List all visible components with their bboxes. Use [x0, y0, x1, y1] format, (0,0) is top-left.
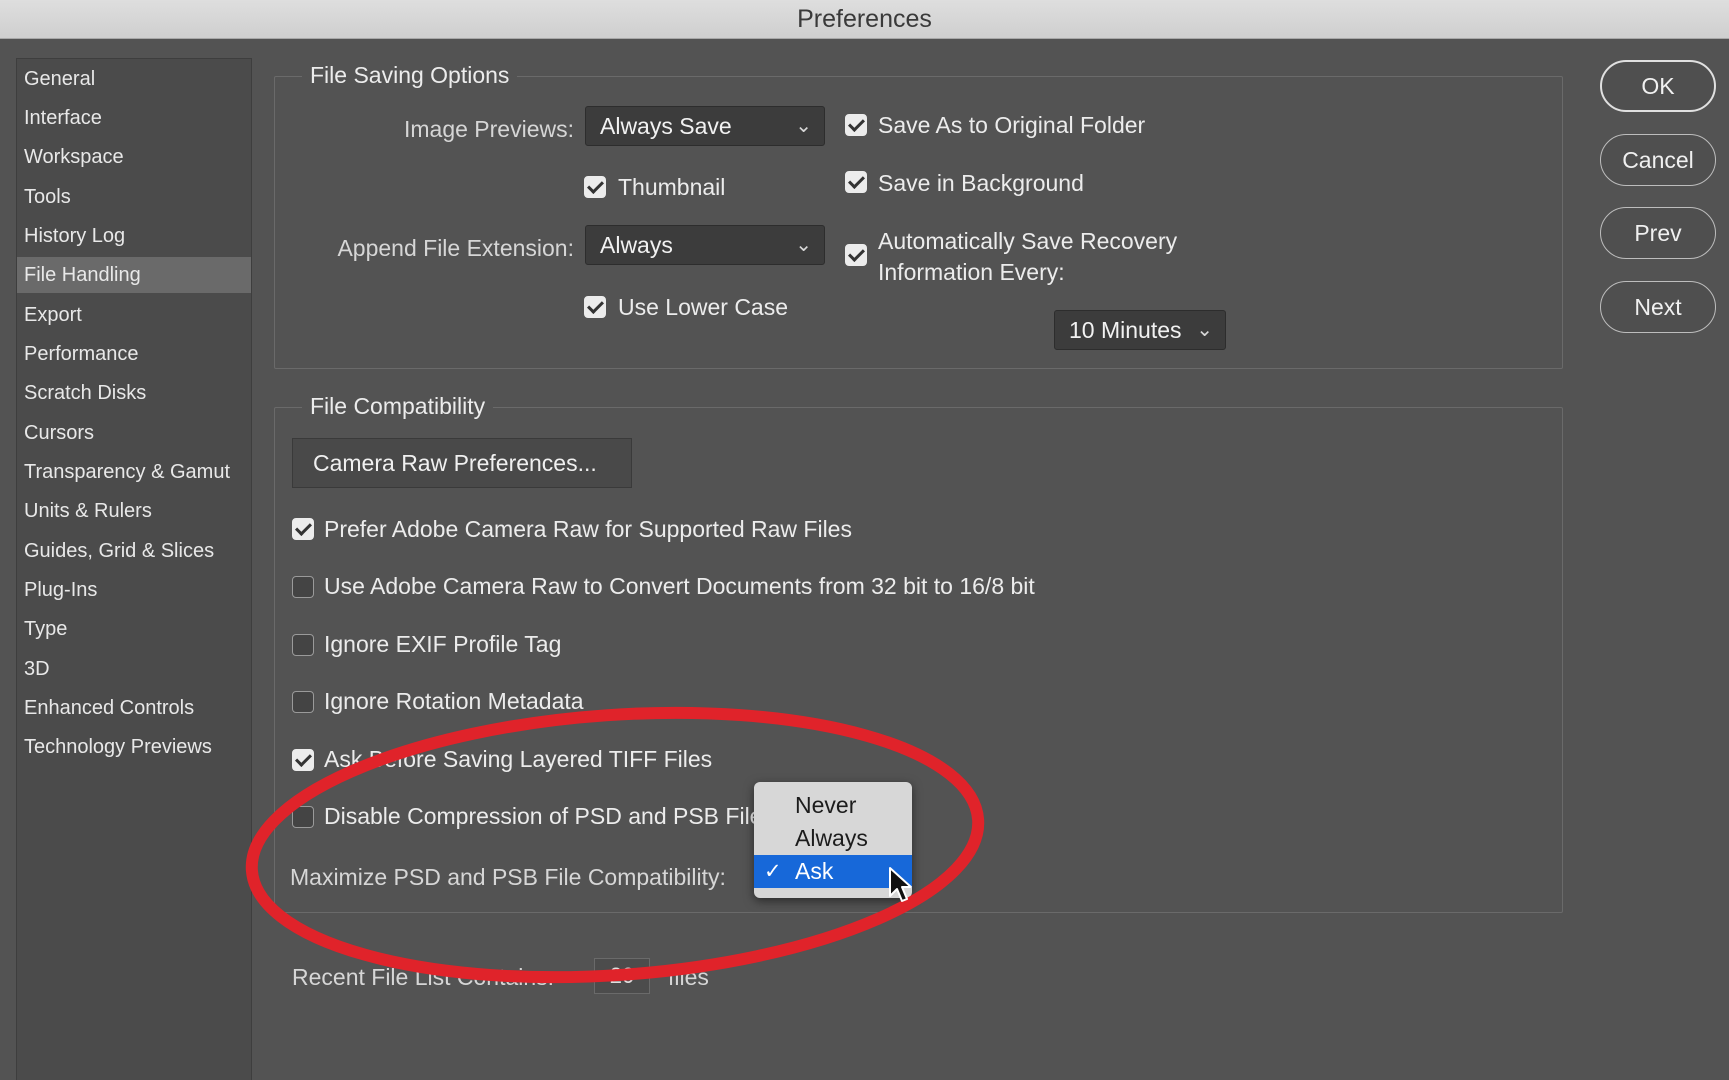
sidebar-item-interface[interactable]: Interface [17, 100, 251, 136]
sidebar-item-workspace[interactable]: Workspace [17, 139, 251, 175]
mouse-pointer-icon [889, 867, 912, 902]
sidebar-item-transparency-gamut[interactable]: Transparency & Gamut [17, 454, 251, 490]
append-file-extension-label: Append File Extension: [337, 235, 574, 261]
image-previews-label: Image Previews: [403, 116, 574, 142]
sidebar-item-cursors[interactable]: Cursors [17, 415, 251, 451]
ignore-rotation-label: Ignore Rotation Metadata [324, 688, 584, 714]
use-lower-case-checkbox[interactable] [584, 296, 606, 318]
auto-save-recovery-label-line2: Information Every: [878, 259, 1065, 285]
sidebar-item-units-rulers[interactable]: Units & Rulers [17, 493, 251, 529]
save-original-folder-checkbox[interactable] [845, 114, 867, 136]
thumbnail-label: Thumbnail [618, 174, 726, 200]
ok-button[interactable]: OK [1600, 60, 1716, 112]
ignore-exif-label: Ignore EXIF Profile Tag [324, 631, 562, 657]
disable-compression-checkbox[interactable] [292, 806, 314, 828]
auto-save-recovery-label-line1: Automatically Save Recovery [878, 228, 1178, 254]
ask-layered-tiff-label: Ask Before Saving Layered TIFF Files [324, 746, 713, 772]
next-button[interactable]: Next [1600, 281, 1716, 333]
sidebar-item-plug-ins[interactable]: Plug-Ins [17, 572, 251, 608]
sidebar-item-technology-previews[interactable]: Technology Previews [17, 729, 251, 765]
prefer-camera-raw-label: Prefer Adobe Camera Raw for Supported Ra… [324, 516, 852, 542]
recovery-interval-value: 10 Minutes [1069, 317, 1182, 343]
window-title: Preferences [797, 5, 932, 33]
ignore-exif-checkbox[interactable] [292, 634, 314, 656]
sidebar-item-history-log[interactable]: History Log [17, 218, 251, 254]
recent-file-unit: files [668, 964, 709, 990]
sidebar-item-file-handling[interactable]: File Handling [17, 257, 251, 293]
save-in-background-label: Save in Background [878, 170, 1084, 196]
camera-raw-preferences-button[interactable]: Camera Raw Preferences... [292, 438, 632, 488]
sidebar-item-performance[interactable]: Performance [17, 336, 251, 372]
sidebar-item-tools[interactable]: Tools [17, 179, 251, 215]
sidebar-item-guides-grid-slices[interactable]: Guides, Grid & Slices [17, 533, 251, 569]
chevron-down-icon: ⌄ [795, 234, 812, 256]
append-file-extension-value: Always [600, 232, 673, 258]
sidebar-item-type[interactable]: Type [17, 611, 251, 647]
sidebar-item-enhanced-controls[interactable]: Enhanced Controls [17, 690, 251, 726]
sidebar-item-general[interactable]: General [17, 61, 251, 97]
append-file-extension-select[interactable]: Always ⌄ [585, 225, 825, 265]
menu-item-always[interactable]: Always [754, 822, 912, 855]
save-in-background-checkbox[interactable] [845, 171, 867, 193]
sidebar-item-export[interactable]: Export [17, 297, 251, 333]
file-compatibility-legend: File Compatibility [302, 393, 494, 420]
convert-32bit-checkbox[interactable] [292, 576, 314, 598]
cancel-button[interactable]: Cancel [1600, 134, 1716, 186]
chevron-down-icon: ⌄ [795, 115, 812, 137]
convert-32bit-label: Use Adobe Camera Raw to Convert Document… [324, 573, 1035, 599]
file-saving-options-legend: File Saving Options [302, 62, 518, 89]
use-lower-case-label: Use Lower Case [618, 294, 789, 320]
thumbnail-checkbox[interactable] [584, 176, 606, 198]
auto-save-recovery-checkbox[interactable] [845, 244, 867, 266]
recovery-interval-select[interactable]: 10 Minutes ⌄ [1054, 310, 1226, 350]
image-previews-value: Always Save [600, 113, 732, 139]
chevron-down-icon: ⌄ [1196, 319, 1213, 341]
window-title-bar: Preferences [0, 0, 1729, 39]
image-previews-select[interactable]: Always Save ⌄ [585, 106, 825, 146]
ignore-rotation-checkbox[interactable] [292, 691, 314, 713]
prefer-camera-raw-checkbox[interactable] [292, 518, 314, 540]
sidebar-item-scratch-disks[interactable]: Scratch Disks [17, 375, 251, 411]
menu-item-ask-label: Ask [795, 858, 834, 884]
menu-item-never[interactable]: Never [754, 789, 912, 822]
disable-compression-label: Disable Compression of PSD and PSB Files [324, 803, 754, 829]
ask-layered-tiff-checkbox[interactable] [292, 749, 314, 771]
recent-file-count-input[interactable]: 20 [594, 958, 650, 994]
checkmark-icon: ✓ [764, 860, 782, 883]
maximize-compatibility-label: Maximize PSD and PSB File Compatibility: [290, 864, 726, 890]
preferences-sidebar: General Interface Workspace Tools Histor… [16, 58, 252, 1080]
recent-file-list-label: Recent File List Contains: [292, 964, 555, 990]
prev-button[interactable]: Prev [1600, 207, 1716, 259]
save-original-folder-label: Save As to Original Folder [878, 112, 1146, 138]
sidebar-item-3d[interactable]: 3D [17, 651, 251, 687]
